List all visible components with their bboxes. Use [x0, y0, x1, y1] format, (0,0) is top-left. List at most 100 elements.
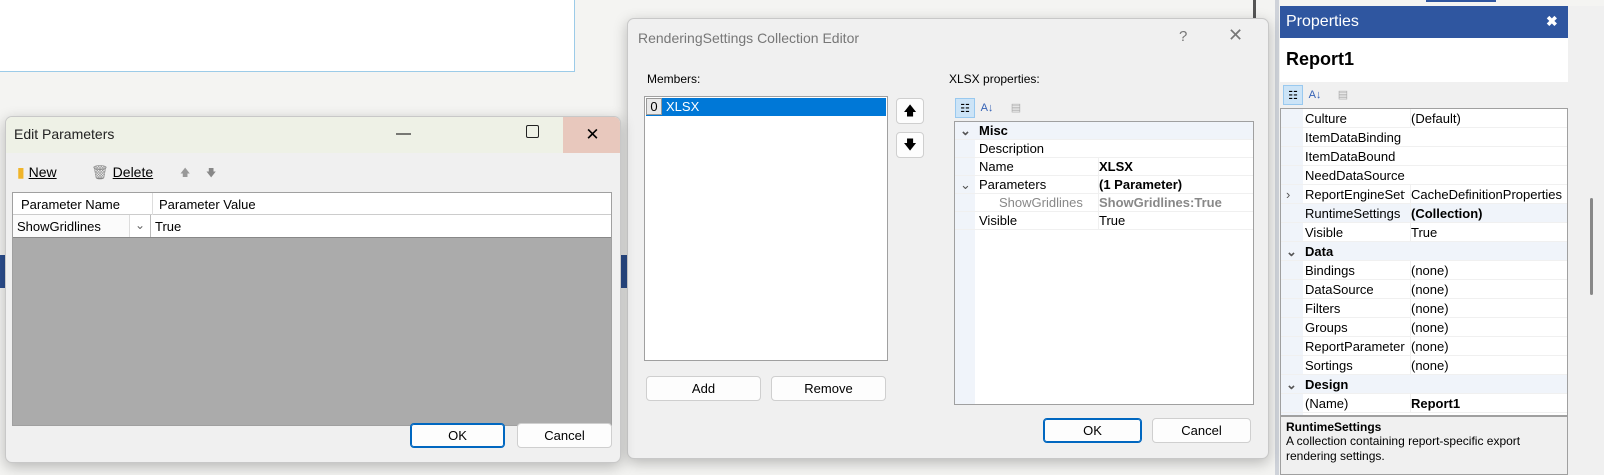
new-button[interactable]: ▮ New	[17, 164, 57, 181]
delete-button[interactable]: 🗑 Delete	[91, 164, 153, 181]
property-value[interactable]: (none)	[1410, 299, 1563, 318]
close-icon: ✕	[585, 125, 600, 144]
property-row[interactable]: RuntimeSettings (Collection)	[1281, 204, 1567, 223]
list-item[interactable]: 0 XLSX	[646, 98, 886, 116]
property-row[interactable]: Name XLSX	[955, 158, 1253, 176]
parameter-value[interactable]: True	[155, 219, 181, 234]
property-row[interactable]: ⌄ Parameters (1 Parameter)	[955, 176, 1253, 194]
arrow-down-icon: 🡇	[903, 137, 917, 152]
move-up-icon[interactable]: 🡅	[180, 166, 190, 183]
ok-button[interactable]: OK	[410, 423, 505, 448]
properties-panel: Properties ✖ Report1 ☷ A↓ ▤ Culture (Defa…	[1280, 6, 1568, 475]
property-row[interactable]: Visible True	[955, 212, 1253, 230]
arrow-up-icon: 🡅	[903, 103, 917, 118]
move-up-button[interactable]: 🡅	[896, 98, 924, 124]
property-value[interactable]: True	[1098, 212, 1249, 230]
property-value[interactable]: (none)	[1410, 356, 1563, 375]
category-row[interactable]: ⌄ Design	[1281, 375, 1567, 394]
splitter[interactable]	[1275, 0, 1279, 475]
property-value[interactable]: XLSX	[1098, 158, 1249, 176]
chevron-down-icon[interactable]: ⌄	[129, 215, 151, 237]
cancel-button[interactable]: Cancel	[1152, 418, 1251, 443]
parameter-name-combo[interactable]: ShowGridlines	[13, 215, 129, 237]
property-value[interactable]: CacheDefinitionProperties	[1410, 185, 1563, 204]
property-grid[interactable]: Culture (Default) ItemDataBinding ItemDataB…	[1280, 108, 1568, 416]
category-row[interactable]: ⌄ Misc	[955, 122, 1253, 140]
chevron-down-icon[interactable]: ⌄	[1286, 242, 1297, 261]
property-row[interactable]: Description	[955, 140, 1253, 158]
column-header[interactable]: Parameter Name	[13, 193, 153, 215]
scrollbar-track[interactable]	[1568, 6, 1604, 475]
property-value[interactable]: (none)	[1410, 337, 1563, 356]
property-row[interactable]: NeedDataSource	[1281, 166, 1567, 185]
property-value[interactable]: True	[1410, 223, 1563, 242]
property-pages-icon[interactable]: ▤	[1333, 85, 1353, 105]
minimize-icon[interactable]: —	[396, 125, 411, 142]
property-row[interactable]: DataSource (none)	[1281, 280, 1567, 299]
scrollbar-thumb[interactable]	[1590, 198, 1593, 295]
property-name: Filters	[1305, 301, 1341, 316]
property-row[interactable]: Sortings (none)	[1281, 356, 1567, 375]
close-icon[interactable]: ✕	[1228, 25, 1243, 46]
ok-button[interactable]: OK	[1043, 418, 1142, 443]
tab-indicator	[1426, 0, 1496, 2]
add-button[interactable]: Add	[646, 376, 761, 401]
table-header: Parameter Name Parameter Value	[13, 193, 611, 215]
category-row[interactable]: ⌄ Data	[1281, 242, 1567, 261]
help-button[interactable]: ?	[1179, 28, 1187, 45]
property-row[interactable]: ItemDataBound	[1281, 147, 1567, 166]
cancel-button[interactable]: Cancel	[517, 423, 612, 448]
property-row[interactable]: Bindings (none)	[1281, 261, 1567, 280]
property-value[interactable]: (1 Parameter)	[1098, 176, 1249, 194]
categorized-icon[interactable]: ☷	[955, 98, 975, 118]
chevron-right-icon[interactable]: ›	[1286, 185, 1290, 204]
property-row[interactable]: Visible True	[1281, 223, 1567, 242]
chevron-down-icon[interactable]: ⌄	[960, 176, 971, 194]
property-row[interactable]: (Name) Report1	[1281, 394, 1567, 413]
property-row[interactable]: ReportParameters (none)	[1281, 337, 1567, 356]
chevron-down-icon[interactable]: ⌄	[1286, 375, 1297, 394]
property-row[interactable]: › ReportEngineSettings CacheDefinitionProp…	[1281, 185, 1567, 204]
members-list[interactable]: 0 XLSX	[644, 96, 888, 361]
property-row[interactable]: Groups (none)	[1281, 318, 1567, 337]
property-value[interactable]: Report1	[1410, 394, 1563, 413]
move-down-icon[interactable]: 🡇	[206, 166, 216, 183]
remove-button[interactable]: Remove	[771, 376, 886, 401]
member-index: 0	[646, 98, 662, 115]
property-row[interactable]: Filters (none)	[1281, 299, 1567, 318]
property-value[interactable]: (none)	[1410, 318, 1563, 337]
members-label: Members:	[647, 72, 701, 86]
property-name: Groups	[1305, 320, 1348, 335]
property-name: Visible	[1305, 225, 1344, 240]
property-name: Description	[979, 141, 1045, 156]
property-row[interactable]: Culture (Default)	[1281, 109, 1567, 128]
designer-surface	[0, 0, 575, 72]
move-down-button[interactable]: 🡇	[896, 132, 924, 158]
column-header[interactable]: Parameter Value	[159, 197, 256, 212]
categorized-icon[interactable]: ☷	[1283, 85, 1303, 105]
property-grid[interactable]: ⌄ Misc Description Name XLSX ⌄ Parameters (1 Pa…	[954, 121, 1254, 405]
property-value[interactable]: ShowGridlines:True	[1098, 194, 1249, 212]
member-name: XLSX	[666, 99, 700, 114]
property-name: Name	[979, 159, 1014, 174]
toolbar: ☷ A↓ ▤	[1280, 82, 1568, 108]
panel-header: Properties ✖	[1280, 6, 1568, 38]
parameters-table[interactable]: Parameter Name Parameter Value ShowGridl…	[12, 192, 612, 426]
property-name: ItemDataBound	[1305, 149, 1396, 164]
chevron-down-icon[interactable]: ⌄	[960, 122, 971, 140]
sort-alpha-icon[interactable]: A↓	[977, 98, 997, 118]
property-pages-icon[interactable]: ▤	[1006, 98, 1026, 118]
property-value[interactable]: (Collection)	[1410, 204, 1563, 223]
property-name: Parameters	[979, 177, 1047, 192]
close-icon[interactable]: ✖	[1546, 13, 1558, 30]
table-row[interactable]: ShowGridlines ⌄ True	[13, 215, 611, 238]
property-value[interactable]: (none)	[1410, 280, 1563, 299]
property-value[interactable]: (none)	[1410, 261, 1563, 280]
property-value[interactable]: (Default)	[1410, 109, 1563, 128]
property-row[interactable]: ItemDataBinding	[1281, 128, 1567, 147]
maximize-icon[interactable]	[526, 125, 539, 138]
property-name: RuntimeSettings	[1305, 206, 1401, 221]
property-row[interactable]: ShowGridlines ShowGridlines:True	[955, 194, 1253, 212]
sort-alpha-icon[interactable]: A↓	[1305, 85, 1325, 105]
close-button[interactable]: ✕	[563, 117, 620, 153]
